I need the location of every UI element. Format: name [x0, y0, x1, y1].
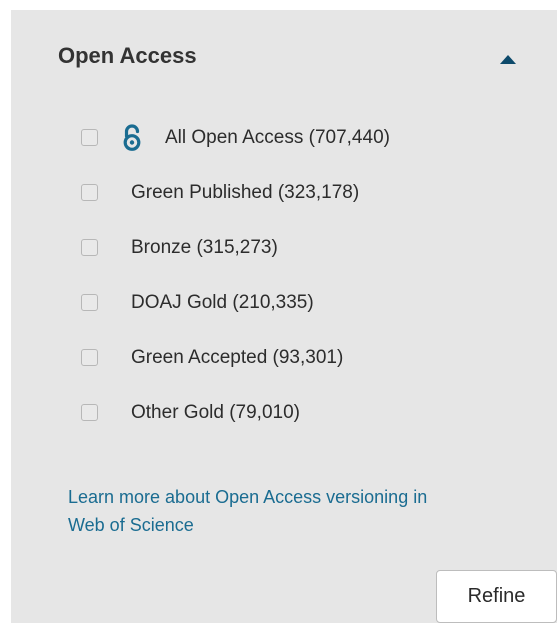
filter-option-green-published[interactable]: Green Published (323,178) — [81, 165, 390, 220]
option-label: All Open Access (707,440) — [165, 126, 390, 148]
option-label: Other Gold (79,010) — [131, 401, 300, 423]
checkbox[interactable] — [81, 404, 98, 421]
option-label: Green Published (323,178) — [131, 181, 360, 203]
filter-option-green-accepted[interactable]: Green Accepted (93,301) — [81, 330, 390, 385]
filter-header[interactable]: Open Access — [58, 32, 520, 80]
open-access-icon — [123, 123, 141, 151]
checkbox[interactable] — [81, 184, 98, 201]
filter-option-bronze[interactable]: Bronze (315,273) — [81, 220, 390, 275]
filter-option-doaj-gold[interactable]: DOAJ Gold (210,335) — [81, 275, 390, 330]
learn-more-link[interactable]: Learn more about Open Access versioning … — [68, 483, 428, 539]
option-label: Green Accepted (93,301) — [131, 346, 344, 368]
checkbox[interactable] — [81, 294, 98, 311]
filter-option-other-gold[interactable]: Other Gold (79,010) — [81, 385, 390, 440]
caret-up-icon — [500, 55, 516, 64]
refine-button[interactable]: Refine — [436, 570, 557, 623]
page: Open Access All Open Access (707,440) Gr… — [0, 0, 557, 623]
filter-option-all-open-access[interactable]: All Open Access (707,440) — [81, 110, 390, 165]
checkbox[interactable] — [81, 349, 98, 366]
collapse-button[interactable] — [496, 44, 520, 68]
option-label: Bronze (315,273) — [131, 236, 278, 258]
filter-options-list: All Open Access (707,440) Green Publishe… — [81, 110, 390, 440]
checkbox[interactable] — [81, 239, 98, 256]
checkbox[interactable] — [81, 129, 98, 146]
option-label: DOAJ Gold (210,335) — [131, 291, 314, 313]
filter-title: Open Access — [58, 43, 197, 68]
